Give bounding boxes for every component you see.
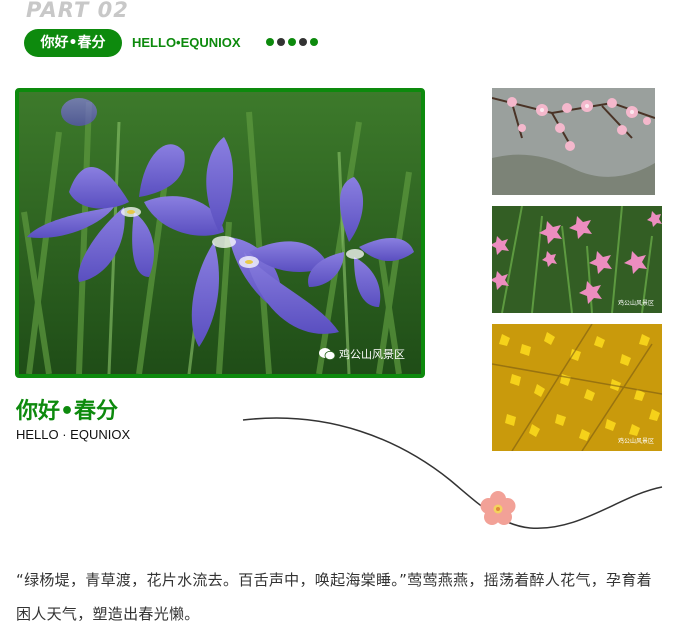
dot-icon: [310, 38, 318, 46]
watermark: 鸡公山风景区: [319, 346, 405, 362]
peach-blossom-illustration: [492, 88, 655, 195]
iris-main-photo: 鸡公山风景区: [15, 88, 425, 378]
decorative-dots: [266, 38, 318, 46]
section-title: 你好•春分: [16, 399, 119, 424]
dot-icon: [277, 38, 285, 46]
peach-blossom-photo: [492, 88, 655, 195]
pink-lily-photo: 鸡公山风景区: [492, 206, 662, 313]
hello-equniox-header: HELLO•EQUNIOX: [132, 35, 241, 50]
forsythia-illustration: [492, 324, 662, 451]
plum-blossom-icon: [480, 491, 516, 525]
dot-icon: [299, 38, 307, 46]
watermark-text: 鸡公山风景区: [339, 348, 405, 361]
section-subtitle: HELLO · EQUNIOX: [16, 427, 131, 442]
part-label: PART 02: [26, 0, 129, 22]
dot-icon: [288, 38, 296, 46]
forsythia-photo: 鸡公山风景区: [492, 324, 662, 451]
wechat-icon: [319, 348, 335, 360]
dot-icon: [266, 38, 274, 46]
pink-lily-illustration: [492, 206, 662, 313]
poem-paragraph: “绿杨堤，青草渡，花片水流去。百舌声中，唤起海棠睡。”莺莺燕燕，摇荡着醉人花气，…: [16, 571, 652, 623]
watermark-text: 鸡公山风景区: [617, 438, 654, 445]
section-pill-badge: 你好•春分: [24, 29, 122, 57]
watermark-text: 鸡公山风景区: [617, 300, 654, 307]
iris-illustration: [19, 92, 421, 374]
